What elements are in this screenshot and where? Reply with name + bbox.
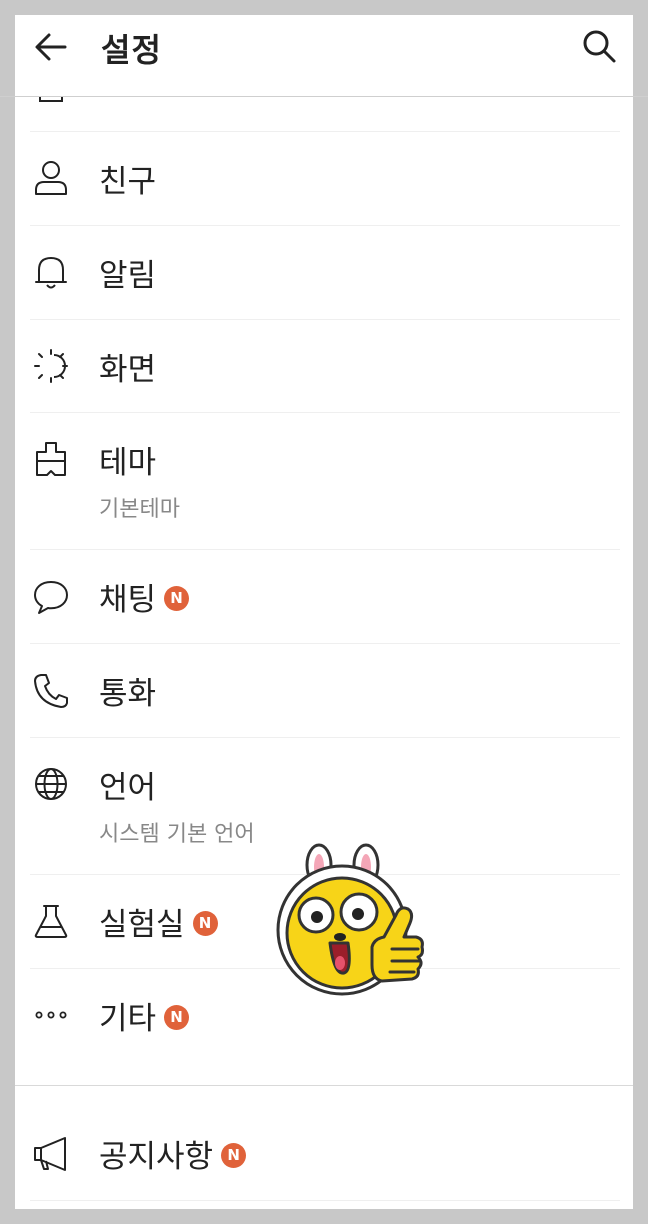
menu-label: 알림 (99, 258, 157, 294)
settings-screen: 설정 친구 알림 화면 테마 기본테마 채팅 N 통화 언어 시스템 기본 언어… (15, 15, 633, 1209)
divider (30, 1200, 620, 1201)
menu-label: 화면 (99, 352, 157, 388)
section-divider (15, 1085, 633, 1086)
menu-label: 실험실 (99, 907, 185, 943)
person-icon (35, 161, 67, 195)
megaphone-icon (34, 1137, 66, 1171)
more-dots-icon (35, 1011, 67, 1019)
new-badge: N (221, 1143, 247, 1168)
paint-brush-icon (36, 442, 66, 476)
menu-item-chat[interactable]: 채팅 N (15, 550, 633, 643)
page-title: 설정 (101, 31, 162, 69)
menu-item-display[interactable]: 화면 (15, 320, 633, 413)
search-icon[interactable] (581, 28, 617, 64)
menu-sublabel: 시스템 기본 언어 (99, 822, 255, 847)
menu-label: 언어 (99, 770, 157, 806)
menu-label-with-badge: 기타 N (99, 993, 190, 1038)
menu-label-with-badge: 채팅 N (99, 574, 190, 619)
menu-item-theme[interactable]: 테마 기본테마 (15, 413, 633, 549)
bell-icon (35, 257, 67, 289)
menu-item-notifications[interactable]: 알림 (15, 226, 633, 319)
menu-label: 친구 (99, 164, 157, 200)
header-divider (0, 96, 648, 97)
menu-label: 기타 (99, 1001, 157, 1037)
arrow-left-icon[interactable] (33, 29, 69, 65)
menu-item-call[interactable]: 통화 (15, 644, 633, 737)
menu-label: 통화 (99, 676, 157, 712)
menu-label-with-badge: 실험실 N (99, 899, 218, 944)
menu-label: 채팅 (99, 582, 157, 618)
phone-icon (34, 674, 68, 708)
new-badge: N (164, 1005, 190, 1030)
flask-icon (34, 905, 68, 938)
menu-label: 테마 (99, 445, 157, 481)
menu-label: 공지사항 (99, 1139, 214, 1175)
brightness-icon (34, 349, 68, 383)
rabbit-sticker-icon[interactable] (274, 843, 424, 996)
menu-item-friends[interactable]: 친구 (15, 132, 633, 225)
menu-item-notice[interactable]: 공지사항 N (15, 1107, 633, 1200)
menu-sublabel: 기본테마 (99, 497, 180, 522)
app-header: 설정 (15, 15, 633, 96)
new-badge: N (164, 586, 190, 611)
chat-bubble-icon (34, 581, 68, 614)
globe-icon (35, 768, 67, 800)
menu-label-with-badge: 공지사항 N (99, 1131, 247, 1176)
new-badge: N (192, 911, 218, 936)
